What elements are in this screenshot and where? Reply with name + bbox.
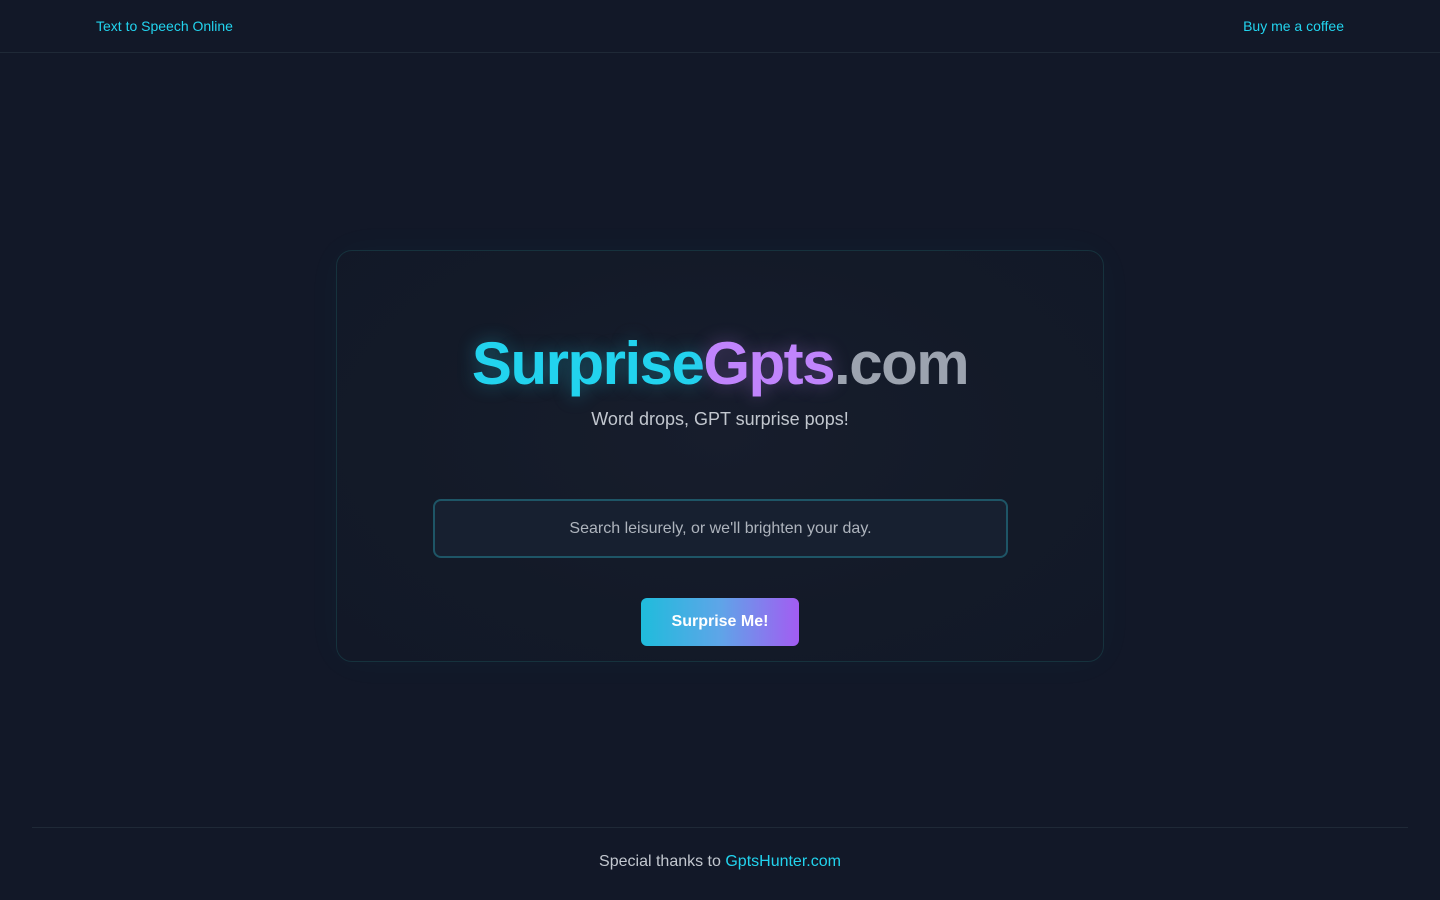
title-gpts: Gpts — [703, 330, 835, 397]
search-input[interactable] — [433, 499, 1008, 558]
title-surprise: Surprise — [471, 330, 705, 397]
buy-me-a-coffee-link[interactable]: Buy me a coffee — [1243, 18, 1344, 34]
surprise-me-button[interactable]: Surprise Me! — [641, 598, 799, 646]
footer: Special thanks to GptsHunter.com — [0, 853, 1440, 871]
top-nav: Text to Speech Online Buy me a coffee — [0, 0, 1440, 53]
text-to-speech-link[interactable]: Text to Speech Online — [96, 18, 233, 34]
site-title: SurpriseGpts.com — [337, 329, 1103, 399]
gptshunter-link[interactable]: GptsHunter.com — [725, 853, 841, 870]
tagline: Word drops, GPT surprise pops! — [591, 409, 849, 429]
title-domain: .com — [834, 330, 970, 397]
main-card: SurpriseGpts.com Word drops, GPT surpris… — [336, 250, 1104, 662]
page: Text to Speech Online Buy me a coffee Su… — [0, 0, 1440, 900]
footer-thanks-text: Special thanks to — [599, 853, 726, 870]
footer-divider — [32, 827, 1408, 828]
